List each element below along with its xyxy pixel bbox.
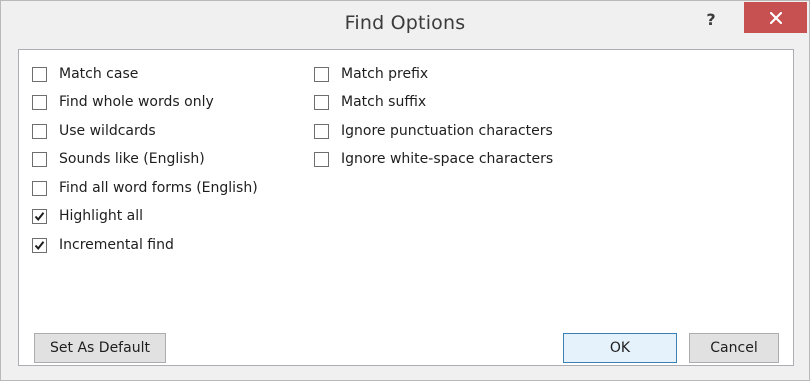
- option-ignore-punctuation[interactable]: Ignore punctuation characters: [314, 120, 553, 142]
- ignore-punctuation-label: Ignore punctuation characters: [341, 123, 553, 139]
- highlight-all-label: Highlight all: [59, 208, 144, 224]
- highlight-all-checkbox[interactable]: [32, 208, 47, 224]
- option-sounds-like[interactable]: Sounds like (English): [32, 148, 205, 170]
- ok-button[interactable]: OK: [563, 333, 677, 363]
- option-match-suffix[interactable]: Match suffix: [314, 91, 426, 113]
- use-wildcards-label: Use wildcards: [59, 123, 156, 139]
- option-incremental-find[interactable]: Incremental find: [32, 234, 174, 256]
- find-options-dialog: Find Options ? Match case Find whole wor…: [0, 0, 810, 381]
- option-ignore-white-space[interactable]: Ignore white-space characters: [314, 148, 553, 170]
- option-find-all-word-forms[interactable]: Find all word forms (English): [32, 177, 258, 199]
- sounds-like-checkbox[interactable]: [32, 151, 47, 167]
- find-all-word-forms-label: Find all word forms (English): [59, 180, 258, 196]
- match-prefix-checkbox[interactable]: [314, 66, 329, 82]
- close-button[interactable]: [744, 2, 807, 33]
- find-all-word-forms-checkbox[interactable]: [32, 180, 47, 196]
- checkmark-icon: [34, 211, 45, 221]
- checkmark-icon: [34, 240, 45, 250]
- option-match-case[interactable]: Match case: [32, 63, 138, 85]
- match-prefix-label: Match prefix: [341, 66, 429, 82]
- incremental-find-label: Incremental find: [59, 237, 174, 253]
- set-as-default-button[interactable]: Set As Default: [34, 333, 166, 363]
- option-match-prefix[interactable]: Match prefix: [314, 63, 428, 85]
- option-highlight-all[interactable]: Highlight all: [32, 205, 143, 227]
- title-bar: Find Options ?: [1, 1, 809, 47]
- cancel-button[interactable]: Cancel: [689, 333, 779, 363]
- option-use-wildcards[interactable]: Use wildcards: [32, 120, 156, 142]
- match-suffix-checkbox[interactable]: [314, 94, 329, 110]
- ignore-punctuation-checkbox[interactable]: [314, 123, 329, 139]
- match-case-label: Match case: [59, 66, 139, 82]
- dialog-title: Find Options: [344, 12, 466, 34]
- incremental-find-checkbox[interactable]: [32, 237, 47, 253]
- match-suffix-label: Match suffix: [341, 94, 427, 110]
- ignore-white-space-label: Ignore white-space characters: [341, 151, 554, 167]
- options-panel: Match case Find whole words only Use wil…: [18, 49, 794, 366]
- find-whole-words-checkbox[interactable]: [32, 94, 47, 110]
- option-find-whole-words[interactable]: Find whole words only: [32, 91, 214, 113]
- close-icon: [770, 12, 782, 24]
- find-whole-words-label: Find whole words only: [59, 94, 214, 110]
- ignore-white-space-checkbox[interactable]: [314, 151, 329, 167]
- help-button[interactable]: ?: [701, 9, 721, 31]
- match-case-checkbox[interactable]: [32, 66, 47, 82]
- sounds-like-label: Sounds like (English): [59, 151, 205, 167]
- use-wildcards-checkbox[interactable]: [32, 123, 47, 139]
